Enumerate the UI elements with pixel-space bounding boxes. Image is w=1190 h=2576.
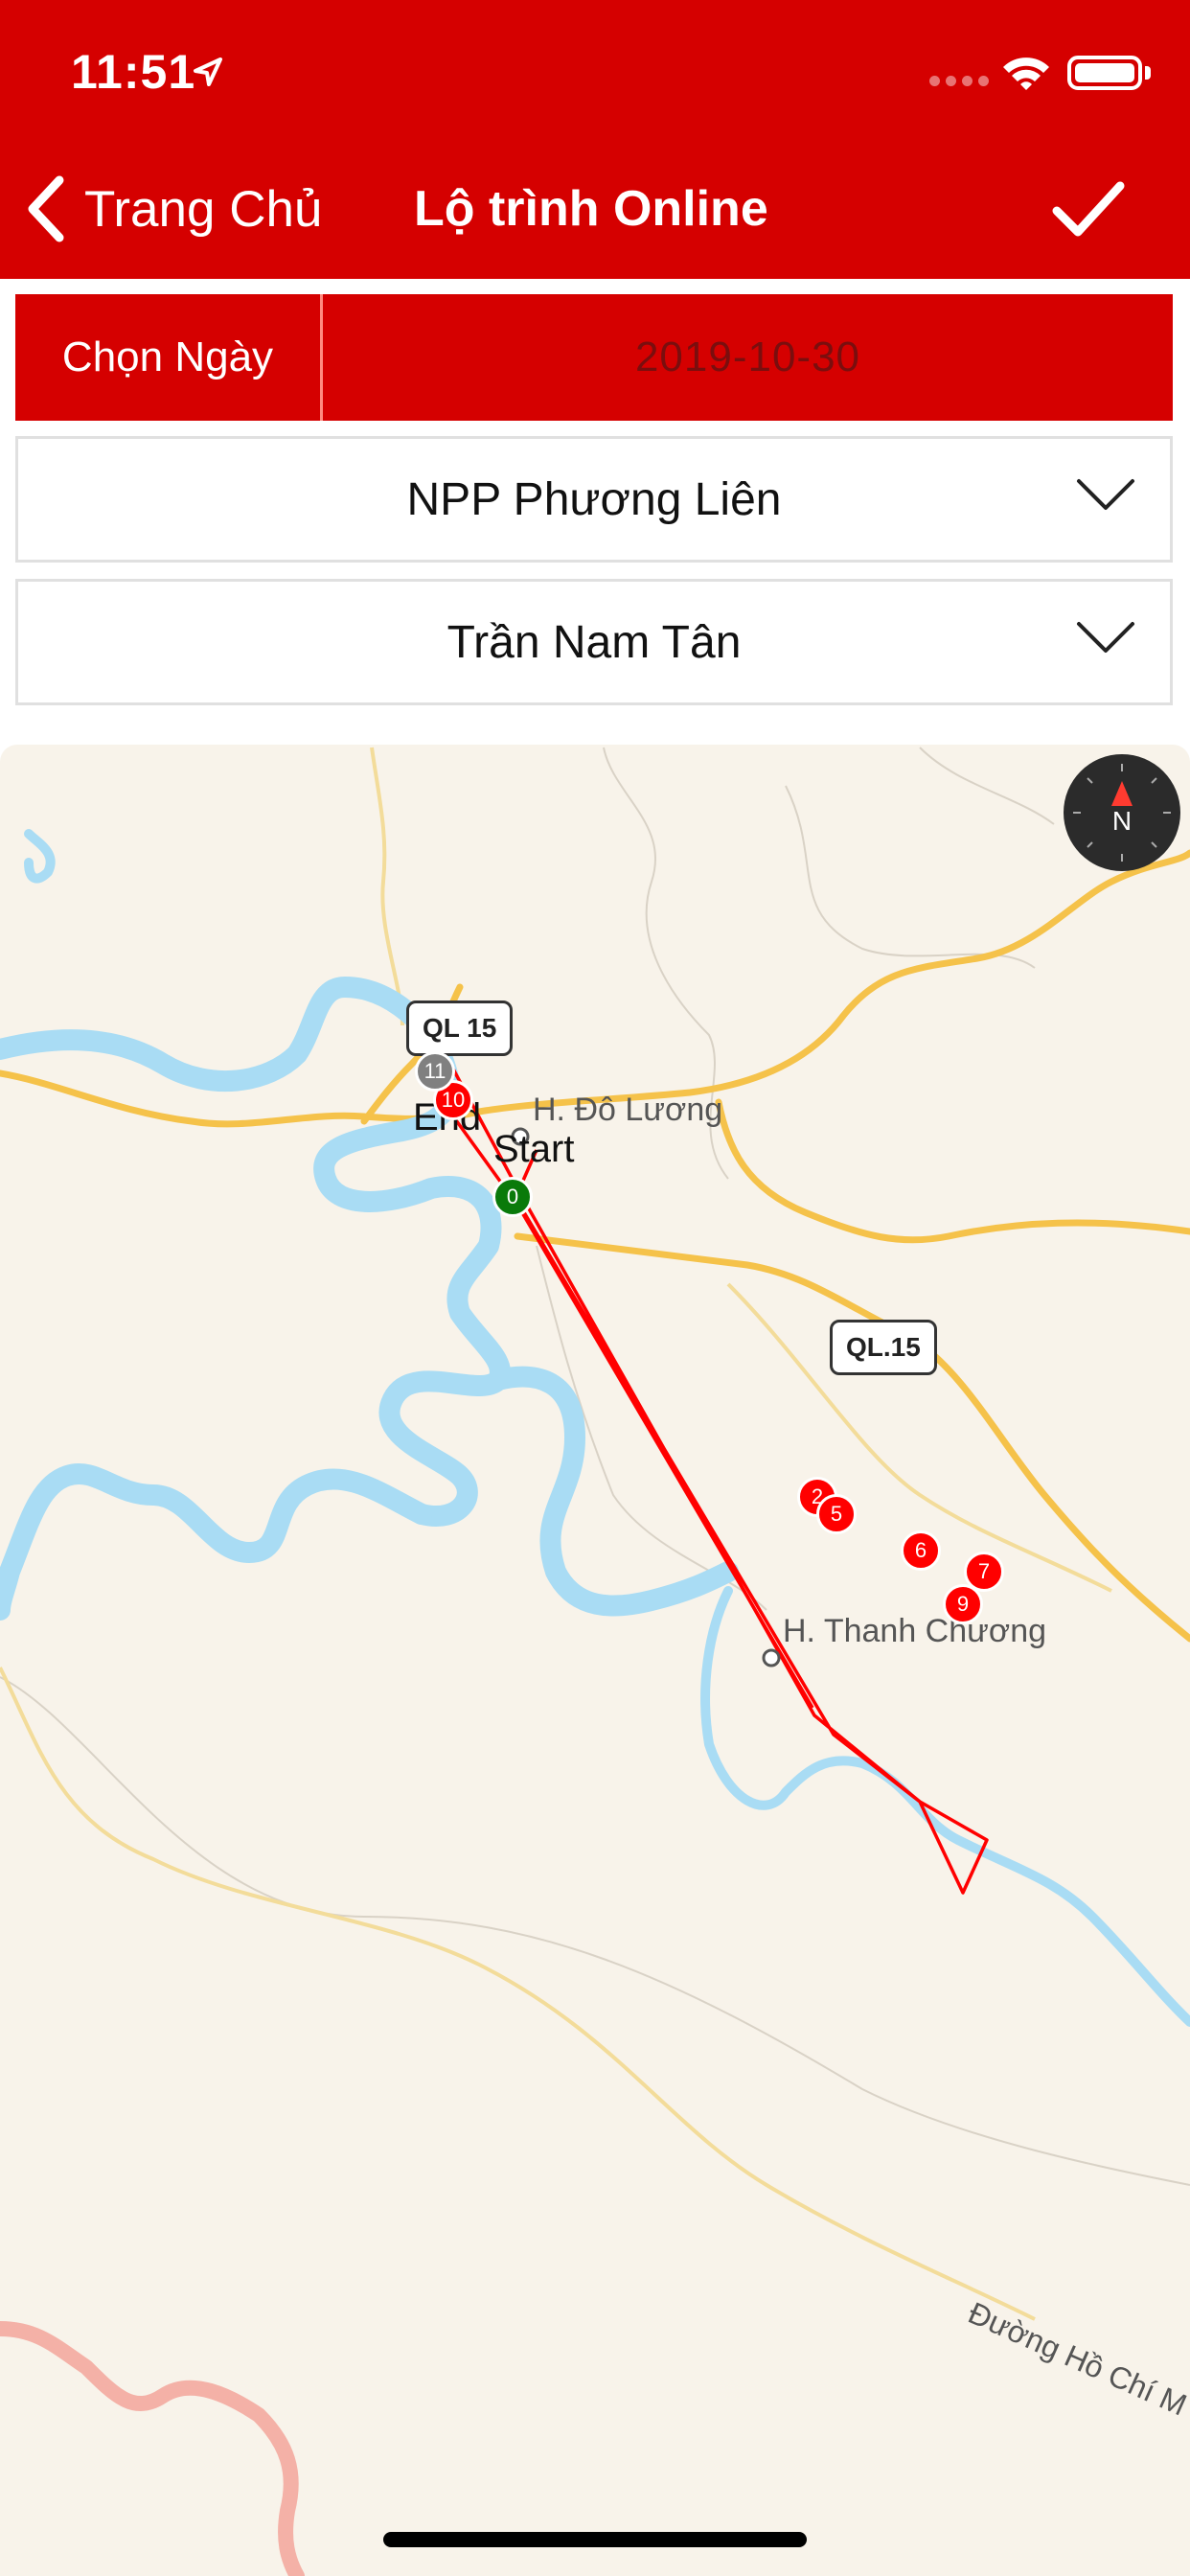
route-start-label: Start <box>493 1128 575 1170</box>
staff-value: Trần Nam Tân <box>446 616 742 668</box>
chevron-down-icon <box>1077 622 1134 653</box>
compass-button[interactable]: N <box>1064 754 1180 871</box>
place-label-do-luong: H. Đô Lương <box>533 1092 723 1128</box>
distributor-dropdown[interactable]: NPP Phương Liên <box>15 436 1173 563</box>
route-marker-11[interactable]: 11 <box>415 1051 455 1092</box>
route-marker-0[interactable]: 0 <box>492 1177 533 1217</box>
cellular-signal-icon <box>929 76 989 86</box>
date-picker[interactable]: Chọn Ngày 2019-10-30 <box>15 294 1173 421</box>
page-title: Lộ trình Online <box>414 181 768 237</box>
map-canvas <box>0 747 1190 2576</box>
chevron-down-icon <box>1077 479 1134 510</box>
distributor-value: NPP Phương Liên <box>406 473 782 525</box>
road-shield-ql15-south: QL.15 <box>830 1320 937 1375</box>
wifi-icon <box>1003 58 1049 90</box>
date-value[interactable]: 2019-10-30 <box>323 294 1173 421</box>
route-map[interactable]: QL 15 QL.15 H. Đô Lương H. Thanh Chương … <box>0 745 1190 2576</box>
status-time: 11:51 <box>71 45 196 99</box>
home-indicator[interactable] <box>383 2532 807 2547</box>
date-picker-label[interactable]: Chọn Ngày <box>15 294 323 421</box>
back-label: Trang Chủ <box>84 180 323 238</box>
place-label-thanh-chuong: H. Thanh Chương <box>783 1613 1047 1649</box>
route-marker-5[interactable]: 5 <box>816 1494 857 1534</box>
route-marker-6[interactable]: 6 <box>901 1530 941 1571</box>
checkmark-icon[interactable] <box>1051 178 1126 240</box>
location-arrow-icon <box>194 58 222 86</box>
staff-dropdown[interactable]: Trần Nam Tân <box>15 579 1173 705</box>
compass-north-label: N <box>1111 806 1133 836</box>
app-header: 11:51 Trang Chủ Lộ trình Online <box>0 0 1190 279</box>
road-shield-ql15: QL 15 <box>406 1000 514 1056</box>
chevron-left-icon <box>28 175 64 242</box>
battery-tip <box>1145 66 1151 80</box>
battery-icon <box>1067 56 1142 90</box>
back-button[interactable]: Trang Chủ <box>25 171 322 247</box>
route-marker-9[interactable]: 9 <box>943 1584 983 1624</box>
